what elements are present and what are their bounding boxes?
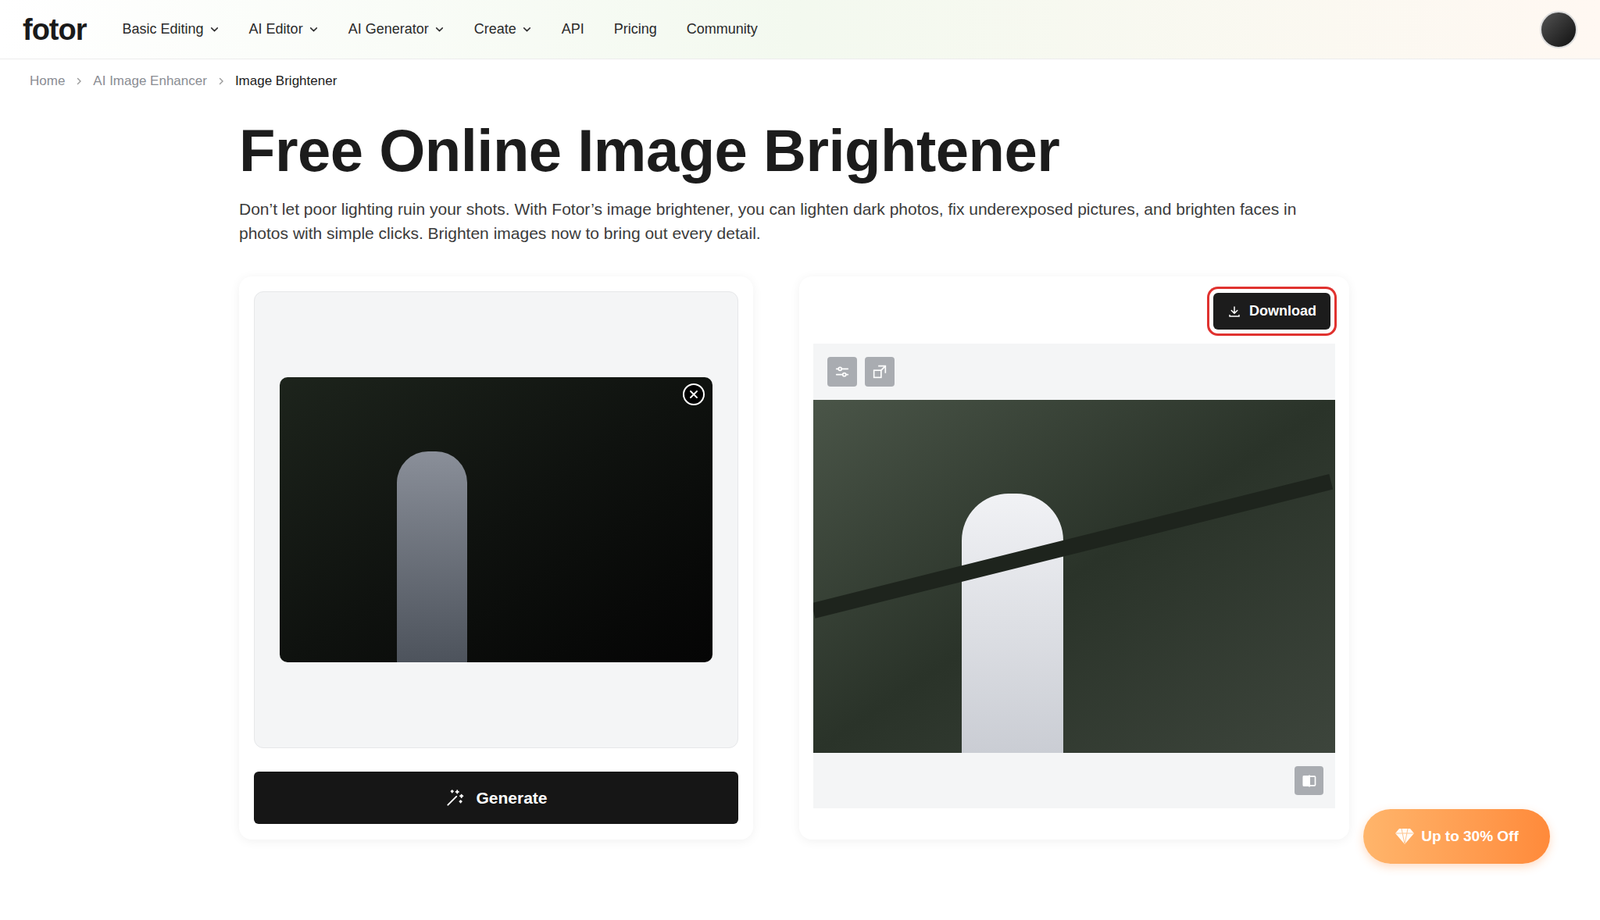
download-label: Download bbox=[1249, 300, 1317, 322]
download-icon bbox=[1227, 304, 1242, 319]
diamond-icon bbox=[1394, 828, 1415, 846]
result-photo bbox=[813, 400, 1336, 754]
chevron-right-icon bbox=[216, 76, 226, 86]
chevron-right-icon bbox=[74, 76, 84, 86]
nav-item[interactable]: Create bbox=[474, 18, 533, 40]
nav-item[interactable]: AI Generator bbox=[348, 18, 445, 40]
nav-item[interactable]: API bbox=[561, 18, 585, 40]
main-content: Free Online Image Brightener Don’t let p… bbox=[239, 91, 1350, 841]
tool-area: Generate Download bbox=[239, 276, 1350, 840]
nav-label: AI Generator bbox=[348, 18, 429, 40]
nav-item[interactable]: Pricing bbox=[614, 18, 658, 40]
main-nav: Basic Editing AI Editor AI Generator Create… bbox=[122, 18, 758, 40]
chevron-down-icon bbox=[308, 24, 319, 35]
breadcrumb: Home AI Image Enhancer Image Brightener bbox=[0, 59, 1600, 92]
resize-icon[interactable] bbox=[864, 357, 895, 387]
nav-item[interactable]: Community bbox=[686, 18, 758, 40]
remove-image-icon[interactable] bbox=[682, 383, 705, 406]
logo[interactable]: fotor bbox=[22, 14, 87, 45]
nav-label: API bbox=[561, 18, 585, 40]
page-description: Don’t let poor lighting ruin your shots.… bbox=[239, 196, 1341, 246]
nav-label: Community bbox=[686, 18, 758, 40]
chevron-down-icon bbox=[521, 24, 533, 35]
download-button[interactable]: Download bbox=[1213, 292, 1331, 330]
nav-label: Pricing bbox=[614, 18, 658, 40]
avatar-icon[interactable] bbox=[1539, 10, 1578, 49]
adjust-icon[interactable] bbox=[827, 357, 858, 387]
promo-button[interactable]: Up to 30% Off bbox=[1363, 809, 1550, 865]
original-photo bbox=[279, 377, 713, 663]
input-card: Generate bbox=[239, 276, 754, 840]
generate-button[interactable]: Generate bbox=[253, 771, 739, 825]
nav-label: AI Editor bbox=[249, 18, 304, 40]
upload-area[interactable] bbox=[253, 291, 739, 749]
nav-label: Create bbox=[474, 18, 517, 40]
promo-label: Up to 30% Off bbox=[1421, 825, 1519, 849]
page-title: Free Online Image Brightener bbox=[239, 117, 1350, 184]
top-bar: fotor Basic Editing AI Editor AI Generator… bbox=[0, 0, 1600, 60]
nav-label: Basic Editing bbox=[122, 18, 204, 40]
breadcrumb-item: Image Brightener bbox=[235, 71, 337, 92]
magic-wand-icon bbox=[444, 788, 465, 809]
output-card: Download bbox=[799, 276, 1350, 840]
chevron-down-icon bbox=[209, 24, 220, 35]
result-area bbox=[813, 343, 1336, 809]
nav-item[interactable]: Basic Editing bbox=[122, 18, 220, 40]
chevron-down-icon bbox=[434, 24, 445, 35]
generate-label: Generate bbox=[475, 785, 547, 811]
breadcrumb-item[interactable]: Home bbox=[29, 71, 65, 92]
nav-item[interactable]: AI Editor bbox=[249, 18, 319, 40]
compare-icon[interactable] bbox=[1294, 766, 1324, 796]
breadcrumb-item[interactable]: AI Image Enhancer bbox=[92, 71, 208, 92]
